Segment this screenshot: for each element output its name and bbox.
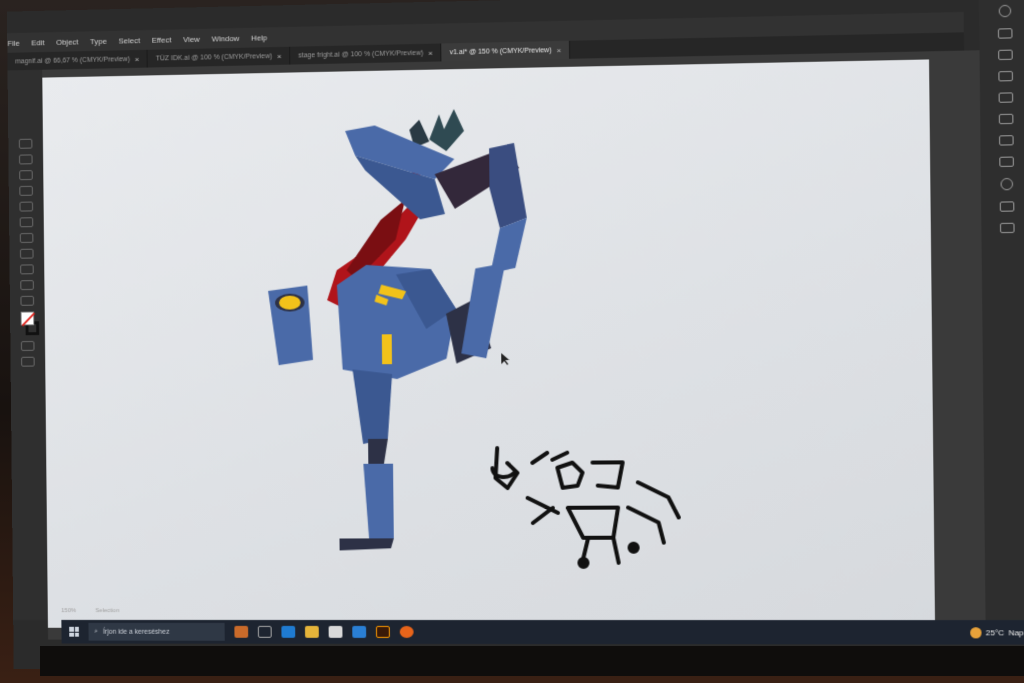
temperature[interactable]: 25°C (986, 628, 1005, 637)
monitor-bezel (40, 646, 1024, 676)
tab-label: magnif.ai @ 66,67 % (CMYK/Preview) (15, 55, 130, 65)
tab-label: TÜZ IDK.ai @ 100 % (CMYK/Preview) (155, 52, 273, 62)
eraser-tool-icon[interactable] (19, 232, 34, 243)
stroke-icon[interactable] (998, 113, 1014, 125)
tab-label: v1.ai* @ 150 % (CMYK/Preview) (449, 46, 552, 56)
edge-browser-icon[interactable] (281, 625, 296, 638)
close-icon[interactable]: × (135, 54, 140, 63)
close-icon[interactable]: × (428, 48, 433, 57)
status-bar: 150% Selection (61, 608, 653, 618)
color-guide-icon[interactable] (997, 28, 1013, 39)
draw-mode-icon[interactable] (20, 340, 35, 351)
tools-panel (7, 69, 48, 620)
firefox-icon[interactable] (399, 625, 414, 638)
windows-start-icon[interactable] (69, 626, 79, 637)
right-panel-dock (978, 0, 1024, 641)
artboard[interactable] (42, 59, 936, 629)
menu-object[interactable]: Object (56, 37, 78, 46)
menu-help[interactable]: Help (251, 33, 267, 42)
shape-tool-icon[interactable] (19, 201, 34, 212)
zoom-level[interactable]: 150% (61, 608, 76, 618)
menu-edit[interactable]: Edit (31, 38, 44, 47)
news-app-icon[interactable] (234, 625, 249, 638)
rotate-tool-icon[interactable] (19, 248, 34, 259)
pen-tool-icon[interactable] (19, 170, 33, 181)
taskbar-search[interactable]: ⌕ Írjon ide a kereséshez (88, 622, 225, 641)
canvas-area[interactable] (42, 50, 986, 641)
transparency-icon[interactable] (999, 156, 1014, 167)
menu-type[interactable]: Type (90, 36, 107, 45)
illustrator-app-icon[interactable] (375, 625, 390, 638)
eyedropper-tool-icon[interactable] (20, 280, 34, 291)
monitor-screen: File Edit Object Type Select Effect View… (6, 0, 1024, 672)
menu-window[interactable]: Window (212, 33, 240, 43)
selection-tool-icon[interactable] (18, 138, 33, 149)
close-icon[interactable]: × (277, 51, 282, 60)
artwork (268, 108, 935, 628)
task-view-icon[interactable] (257, 625, 272, 638)
gradient-icon[interactable] (999, 135, 1014, 146)
appearance-icon[interactable] (1000, 177, 1014, 191)
menu-view[interactable]: View (183, 34, 200, 43)
close-icon[interactable]: × (556, 45, 561, 54)
direct-selection-tool-icon[interactable] (19, 154, 33, 165)
mail-icon[interactable] (352, 625, 367, 638)
search-placeholder: Írjon ide a kereséshez (102, 628, 170, 636)
windows-taskbar: ⌕ Írjon ide a kereséshez 25°C Napos (61, 619, 1024, 645)
weather-label[interactable]: Napos (1008, 628, 1024, 637)
zoom-tool-icon[interactable] (20, 295, 35, 306)
tab-label: stage fright.ai @ 100 % (CMYK/Preview) (298, 49, 424, 59)
screen-mode-icon[interactable] (21, 356, 35, 367)
menu-effect[interactable]: Effect (152, 35, 172, 44)
search-icon: ⌕ (94, 627, 99, 635)
file-explorer-icon[interactable] (304, 625, 319, 638)
comments-icon[interactable] (999, 222, 1015, 234)
type-tool-icon[interactable] (19, 185, 33, 196)
store-icon[interactable] (328, 625, 343, 638)
layers-icon[interactable] (999, 201, 1015, 212)
color-icon[interactable] (998, 4, 1012, 18)
brush-tool-icon[interactable] (19, 217, 34, 228)
robot-illustration (268, 108, 527, 551)
brushes-icon[interactable] (998, 70, 1013, 82)
menu-select[interactable]: Select (118, 36, 140, 45)
swatches-icon[interactable] (998, 49, 1013, 61)
symbols-icon[interactable] (998, 92, 1014, 103)
current-tool-label: Selection (95, 608, 120, 615)
menu-file[interactable]: File (7, 38, 19, 47)
graph-tool-icon[interactable] (20, 264, 34, 275)
cursor-icon (501, 353, 510, 366)
sketch-doodle (490, 446, 679, 567)
system-tray: 25°C Napos (970, 626, 1024, 638)
weather-sun-icon[interactable] (970, 626, 982, 638)
fill-swatch[interactable] (20, 311, 35, 326)
